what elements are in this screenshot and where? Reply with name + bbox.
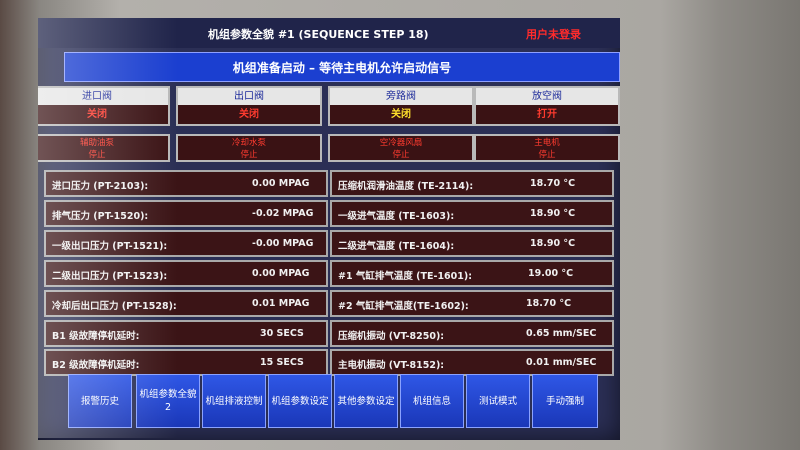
param-label: #2 气缸排气温度(TE-1602): <box>338 301 469 312</box>
status-banner: 机组准备启动 – 等待主电机允许启动信号 <box>64 52 620 82</box>
unit-settings-button[interactable]: 机组参数设定 <box>268 374 332 428</box>
param-label: 一级出口压力 (PT-1521): <box>52 241 168 252</box>
param-value: 0.01 MPAG <box>252 298 310 309</box>
param-b2-shutdown-delay: B2 级故障停机延时: 15 SECS <box>44 349 328 376</box>
param-value: 0.01 mm/SEC <box>526 357 597 368</box>
alarm-history-button[interactable]: 报警历史 <box>68 374 132 428</box>
valve-state: 关闭 <box>178 105 320 124</box>
unit-overview-2-button[interactable]: 机组参数全貌 2 <box>136 374 200 428</box>
param-label: 压缩机振动 (VT-8250): <box>338 331 445 342</box>
param-inlet-pressure: 进口压力 (PT-2103): 0.00 MPAG <box>44 170 328 197</box>
manual-force-button[interactable]: 手动强制 <box>532 374 598 428</box>
param-stage2-suction-temp: 二级进气温度 (TE-1604): 18.90 °C <box>330 230 614 257</box>
page-title: 机组参数全貌 #1 (SEQUENCE STEP 18) <box>208 28 429 41</box>
param-label: 进口压力 (PT-2103): <box>52 181 149 192</box>
pump-name: 主电机 <box>534 138 560 148</box>
param-value: 18.90 °C <box>530 208 576 219</box>
valve-state: 关闭 <box>330 105 472 124</box>
param-label: #1 气缸排气温度 (TE-1601): <box>338 271 473 282</box>
main-motor[interactable]: 主电机 停止 <box>474 134 620 162</box>
param-label: 主电机振动 (VT-8152): <box>338 360 445 371</box>
pump-state: 停止 <box>240 150 258 160</box>
param-cyl1-discharge-temp: #1 气缸排气温度 (TE-1601): 19.00 °C <box>330 260 614 287</box>
pump-aux-oil[interactable]: 辅助油泵 停止 <box>38 134 170 162</box>
param-value: -0.02 MPAG <box>252 208 314 219</box>
valve-name: 旁路阀 <box>330 88 472 105</box>
test-mode-button[interactable]: 测试模式 <box>466 374 530 428</box>
pump-name: 冷却水泵 <box>231 138 266 148</box>
param-label: B1 级故障停机延时: <box>52 331 140 342</box>
valve-state: 关闭 <box>38 105 168 124</box>
valve-outlet[interactable]: 出口阀 关闭 <box>176 86 322 126</box>
param-value: 0.65 mm/SEC <box>526 328 597 339</box>
param-label: 冷却后出口压力 (PT-1528): <box>52 301 177 312</box>
param-label: 二级进气温度 (TE-1604): <box>338 241 455 252</box>
param-value: 30 SECS <box>260 328 304 339</box>
param-label: 压缩机润滑油温度 (TE-2114): <box>338 181 474 192</box>
param-compressor-vibration: 压缩机振动 (VT-8250): 0.65 mm/SEC <box>330 320 614 347</box>
pump-name: 辅助油泵 <box>79 138 114 148</box>
param-value: 19.00 °C <box>528 268 574 279</box>
param-value: 0.00 MPAG <box>252 268 310 279</box>
login-status[interactable]: 用户未登录 <box>526 26 581 42</box>
param-label: 二级出口压力 (PT-1523): <box>52 271 168 282</box>
pump-state: 停止 <box>538 150 556 160</box>
param-value: -0.00 MPAG <box>252 238 314 249</box>
param-cooled-outlet-pressure: 冷却后出口压力 (PT-1528): 0.01 MPAG <box>44 290 328 317</box>
param-stage1-suction-temp: 一级进气温度 (TE-1603): 18.90 °C <box>330 200 614 227</box>
valve-state: 打开 <box>476 105 618 124</box>
pump-state: 停止 <box>392 150 410 160</box>
param-cyl2-discharge-temp: #2 气缸排气温度(TE-1602): 18.70 °C <box>330 290 614 317</box>
pump-air-cooler-fan[interactable]: 空冷器风扇 停止 <box>328 134 474 162</box>
param-value: 0.00 MPAG <box>252 178 310 189</box>
param-value: 18.70 °C <box>526 298 572 309</box>
param-value: 18.90 °C <box>530 238 576 249</box>
valve-name: 放空阀 <box>476 88 618 105</box>
hmi-screen: 机组参数全貌 #1 (SEQUENCE STEP 18) 用户未登录 机组准备启… <box>38 18 620 440</box>
valve-bypass[interactable]: 旁路阀 关闭 <box>328 86 474 126</box>
other-settings-button[interactable]: 其他参数设定 <box>334 374 398 428</box>
param-value: 15 SECS <box>260 357 304 368</box>
pump-state: 停止 <box>88 150 106 160</box>
param-lube-oil-temp: 压缩机润滑油温度 (TE-2114): 18.70 °C <box>330 170 614 197</box>
param-stage2-outlet-pressure: 二级出口压力 (PT-1523): 0.00 MPAG <box>44 260 328 287</box>
valve-inlet[interactable]: 进口阀 关闭 <box>38 86 170 126</box>
param-label: 排气压力 (PT-1520): <box>52 211 149 222</box>
param-b1-shutdown-delay: B1 级故障停机延时: 30 SECS <box>44 320 328 347</box>
param-discharge-pressure: 排气压力 (PT-1520): -0.02 MPAG <box>44 200 328 227</box>
title-bar: 机组参数全貌 #1 (SEQUENCE STEP 18) 用户未登录 <box>38 18 620 48</box>
param-label: B2 级故障停机延时: <box>52 360 140 371</box>
param-label: 一级进气温度 (TE-1603): <box>338 211 455 222</box>
pump-cooling-water[interactable]: 冷却水泵 停止 <box>176 134 322 162</box>
valve-name: 出口阀 <box>178 88 320 105</box>
param-value: 18.70 °C <box>530 178 576 189</box>
unit-info-button[interactable]: 机组信息 <box>400 374 464 428</box>
valve-vent[interactable]: 放空阀 打开 <box>474 86 620 126</box>
param-stage1-outlet-pressure: 一级出口压力 (PT-1521): -0.00 MPAG <box>44 230 328 257</box>
drain-control-button[interactable]: 机组排液控制 <box>202 374 266 428</box>
param-motor-vibration: 主电机振动 (VT-8152): 0.01 mm/SEC <box>330 349 614 376</box>
valve-name: 进口阀 <box>38 88 168 105</box>
pump-name: 空冷器风扇 <box>379 138 423 148</box>
